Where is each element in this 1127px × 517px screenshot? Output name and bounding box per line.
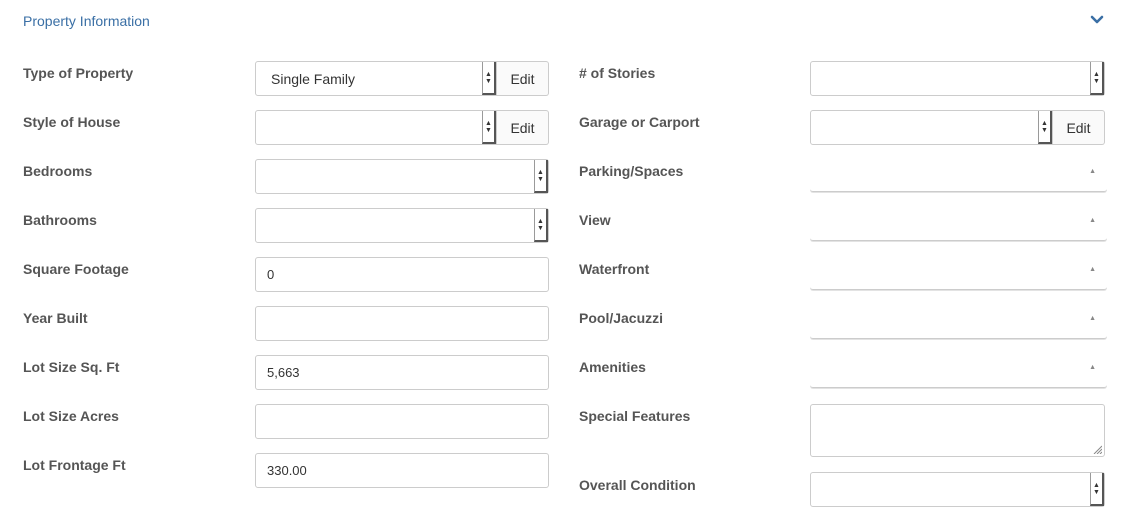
pool-label: Pool/Jacuzzi (579, 310, 664, 326)
resize-handle-icon[interactable] (1092, 444, 1102, 454)
select-arrow-icon[interactable]: ▲ ▼ (1090, 62, 1104, 95)
lot-frontage-input[interactable]: 330.00 (255, 453, 549, 488)
select-arrow-icon[interactable]: ▲ ▼ (1090, 473, 1104, 506)
type-of-property-field[interactable]: Single Family ▲ ▼ Edit (255, 61, 549, 96)
overall-condition-field[interactable]: ▲ ▼ (810, 472, 1105, 507)
select-arrow-icon[interactable]: ▲ ▼ (534, 209, 548, 242)
caret-up-icon: ▲ (1089, 266, 1096, 273)
bathrooms-field[interactable]: ▲ ▼ (255, 208, 549, 243)
view-multiselect[interactable]: ▲ (810, 206, 1107, 241)
select-arrow-icon[interactable]: ▲ ▼ (482, 111, 496, 144)
special-features-textarea[interactable] (810, 404, 1105, 457)
year-built-input[interactable] (255, 306, 549, 341)
waterfront-label: Waterfront (579, 261, 650, 277)
caret-up-icon: ▲ (1089, 168, 1096, 175)
lot-size-sqft-label: Lot Size Sq. Ft (23, 359, 120, 375)
style-of-house-select[interactable]: ▲ ▼ (255, 110, 497, 145)
lot-size-acres-input[interactable] (255, 404, 549, 439)
amenities-multiselect[interactable]: ▲ (810, 353, 1107, 388)
pool-multiselect[interactable]: ▲ (810, 304, 1107, 339)
stories-label: # of Stories (579, 65, 656, 81)
caret-up-icon: ▲ (1089, 217, 1096, 224)
special-features-label: Special Features (579, 408, 691, 424)
select-arrow-icon[interactable]: ▲ ▼ (1038, 111, 1052, 144)
amenities-label: Amenities (579, 359, 646, 375)
section-title[interactable]: Property Information (23, 13, 150, 29)
bathrooms-select[interactable]: ▲ ▼ (255, 208, 549, 243)
type-of-property-select[interactable]: Single Family ▲ ▼ (255, 61, 497, 96)
bedrooms-field[interactable]: ▲ ▼ (255, 159, 549, 194)
square-footage-label: Square Footage (23, 261, 129, 277)
select-arrow-icon[interactable]: ▲ ▼ (534, 160, 548, 193)
lot-size-acres-label: Lot Size Acres (23, 408, 119, 424)
overall-condition-select[interactable]: ▲ ▼ (810, 472, 1105, 507)
lot-size-sqft-input[interactable]: 5,663 (255, 355, 549, 390)
style-of-house-label: Style of House (23, 114, 121, 130)
garage-label: Garage or Carport (579, 114, 700, 130)
overall-condition-label: Overall Condition (579, 477, 696, 493)
view-label: View (579, 212, 611, 228)
bathrooms-label: Bathrooms (23, 212, 97, 228)
type-of-property-value: Single Family (271, 70, 356, 87)
bedrooms-label: Bedrooms (23, 163, 93, 179)
parking-label: Parking/Spaces (579, 163, 684, 179)
waterfront-multiselect[interactable]: ▲ (810, 255, 1107, 290)
caret-up-icon: ▲ (1089, 364, 1096, 371)
year-built-label: Year Built (23, 310, 88, 326)
stories-field[interactable]: ▲ ▼ (810, 61, 1105, 96)
lot-frontage-label: Lot Frontage Ft (23, 457, 126, 473)
style-of-house-edit-button[interactable]: Edit (497, 110, 549, 145)
bedrooms-select[interactable]: ▲ ▼ (255, 159, 549, 194)
style-of-house-field[interactable]: ▲ ▼ Edit (255, 110, 549, 145)
type-of-property-label: Type of Property (23, 65, 134, 81)
garage-field[interactable]: ▲ ▼ Edit (810, 110, 1105, 145)
garage-select[interactable]: ▲ ▼ (810, 110, 1053, 145)
caret-up-icon: ▲ (1089, 315, 1096, 322)
parking-multiselect[interactable]: ▲ (810, 157, 1107, 192)
stories-select[interactable]: ▲ ▼ (810, 61, 1105, 96)
chevron-down-icon[interactable] (1089, 12, 1105, 28)
square-footage-input[interactable]: 0 (255, 257, 549, 292)
select-arrow-icon[interactable]: ▲ ▼ (482, 62, 496, 95)
type-of-property-edit-button[interactable]: Edit (497, 61, 549, 96)
garage-edit-button[interactable]: Edit (1053, 110, 1105, 145)
